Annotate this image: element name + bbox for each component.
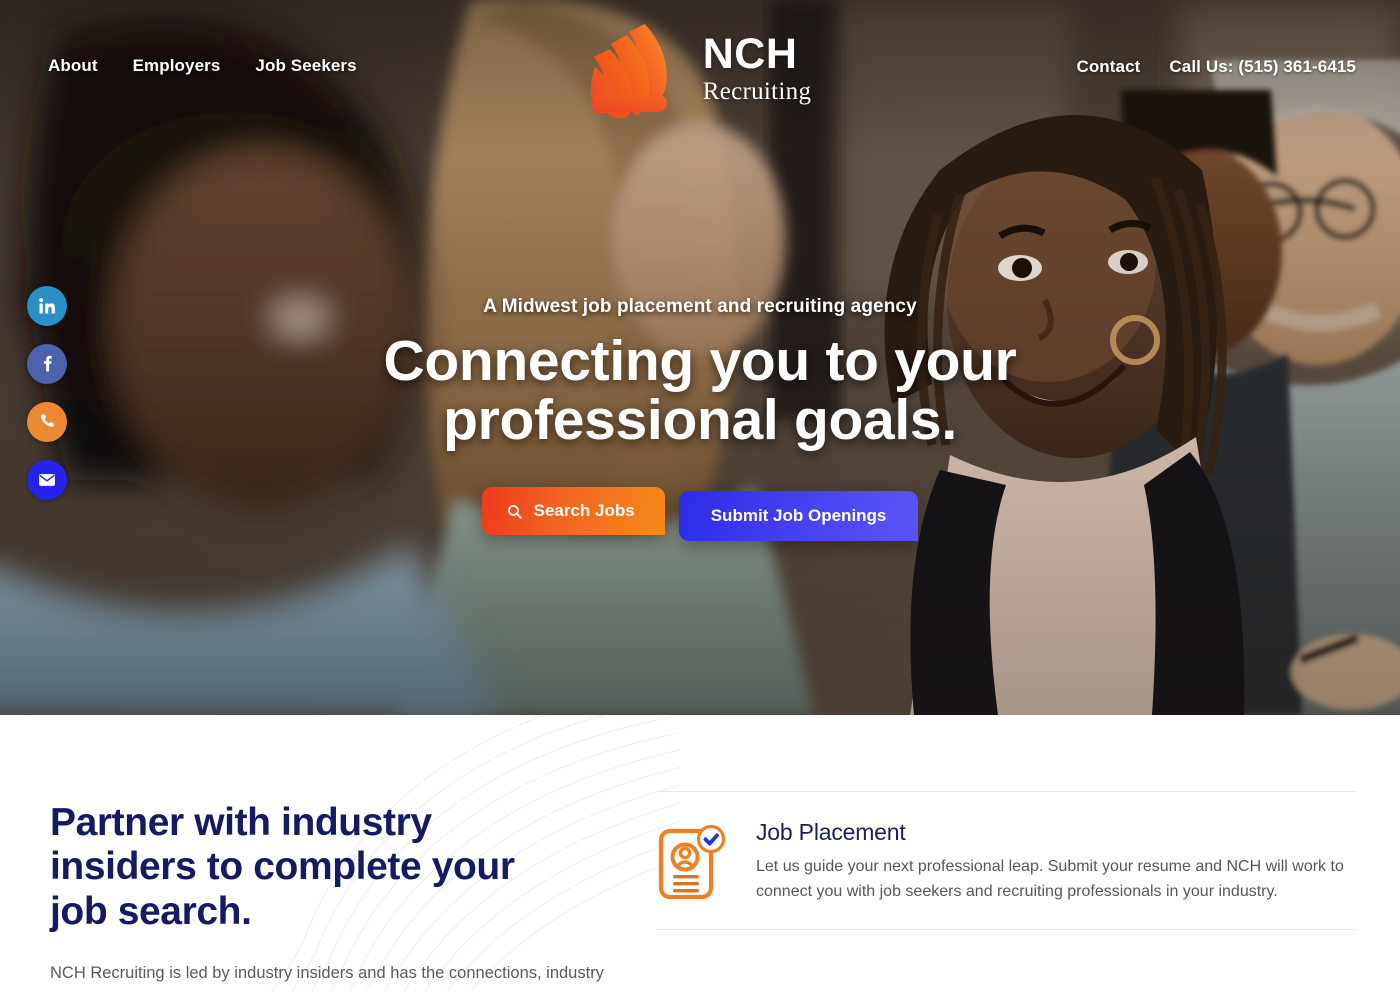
nav-link-contact[interactable]: Contact bbox=[1076, 57, 1140, 77]
social-links-rail bbox=[27, 286, 67, 500]
logo-wordmark: NCH Recruiting bbox=[702, 29, 812, 105]
service-card-job-placement[interactable]: Job Placement Let us guide your next pro… bbox=[656, 791, 1356, 930]
section-heading-line-3: job search. bbox=[50, 889, 252, 933]
hero-title-line-2: professional goals. bbox=[443, 388, 957, 453]
submit-job-openings-button-label: Submit Job Openings bbox=[710, 506, 887, 525]
logo-brand-name: NCH bbox=[702, 29, 798, 78]
hero-copy-block: A Midwest job placement and recruiting a… bbox=[0, 296, 1400, 451]
service-card-body: Job Placement Let us guide your next pro… bbox=[756, 819, 1356, 905]
resume-check-icon bbox=[656, 824, 728, 903]
lower-content-grid: Partner with industry insiders to comple… bbox=[0, 715, 1400, 991]
section-heading-line-2: insiders to complete your bbox=[50, 845, 515, 889]
section-heading-line-1: Partner with industry bbox=[50, 801, 432, 844]
wing-flame-logo-icon bbox=[589, 18, 689, 123]
hero-section: About Employers Job Seekers Contact Call… bbox=[0, 0, 1400, 715]
section-heading: Partner with industry insiders to comple… bbox=[50, 801, 610, 934]
service-card-text: Let us guide your next professional leap… bbox=[756, 858, 1344, 900]
nav-link-job-seekers[interactable]: Job Seekers bbox=[255, 56, 356, 76]
service-card-title: Job Placement bbox=[756, 819, 906, 845]
primary-nav: About Employers Job Seekers bbox=[48, 56, 357, 76]
email-icon[interactable] bbox=[27, 460, 67, 500]
secondary-nav: Contact Call Us: (515) 361-6415 bbox=[1076, 57, 1356, 77]
logo-brand-tagline: Recruiting bbox=[702, 77, 812, 105]
services-column: Job Placement Let us guide your next pro… bbox=[656, 715, 1356, 991]
hero-title: Connecting you to your professional goal… bbox=[0, 329, 1400, 453]
linkedin-icon[interactable] bbox=[27, 286, 67, 326]
nav-link-employers[interactable]: Employers bbox=[133, 56, 221, 76]
hero-cta-row: Search Jobs Submit Job Openings bbox=[0, 487, 1400, 541]
partner-section: Partner with industry insiders to comple… bbox=[0, 715, 1400, 991]
nav-link-about[interactable]: About bbox=[48, 56, 98, 76]
search-jobs-button[interactable]: Search Jobs bbox=[481, 487, 665, 535]
phone-icon[interactable] bbox=[27, 402, 67, 442]
submit-job-openings-button[interactable]: Submit Job Openings bbox=[678, 491, 919, 541]
section-paragraph: NCH Recruiting is led by industry inside… bbox=[50, 964, 604, 983]
partner-text-column: Partner with industry insiders to comple… bbox=[50, 715, 610, 991]
hero-kicker: A Midwest job placement and recruiting a… bbox=[483, 296, 917, 317]
hero-title-line-1: Connecting you to your bbox=[383, 329, 1017, 393]
search-jobs-button-label: Search Jobs bbox=[533, 501, 635, 520]
search-icon bbox=[506, 503, 523, 520]
nav-link-call-us[interactable]: Call Us: (515) 361-6415 bbox=[1169, 57, 1356, 77]
facebook-icon[interactable] bbox=[27, 344, 67, 384]
site-logo[interactable]: NCH Recruiting bbox=[589, 18, 812, 123]
